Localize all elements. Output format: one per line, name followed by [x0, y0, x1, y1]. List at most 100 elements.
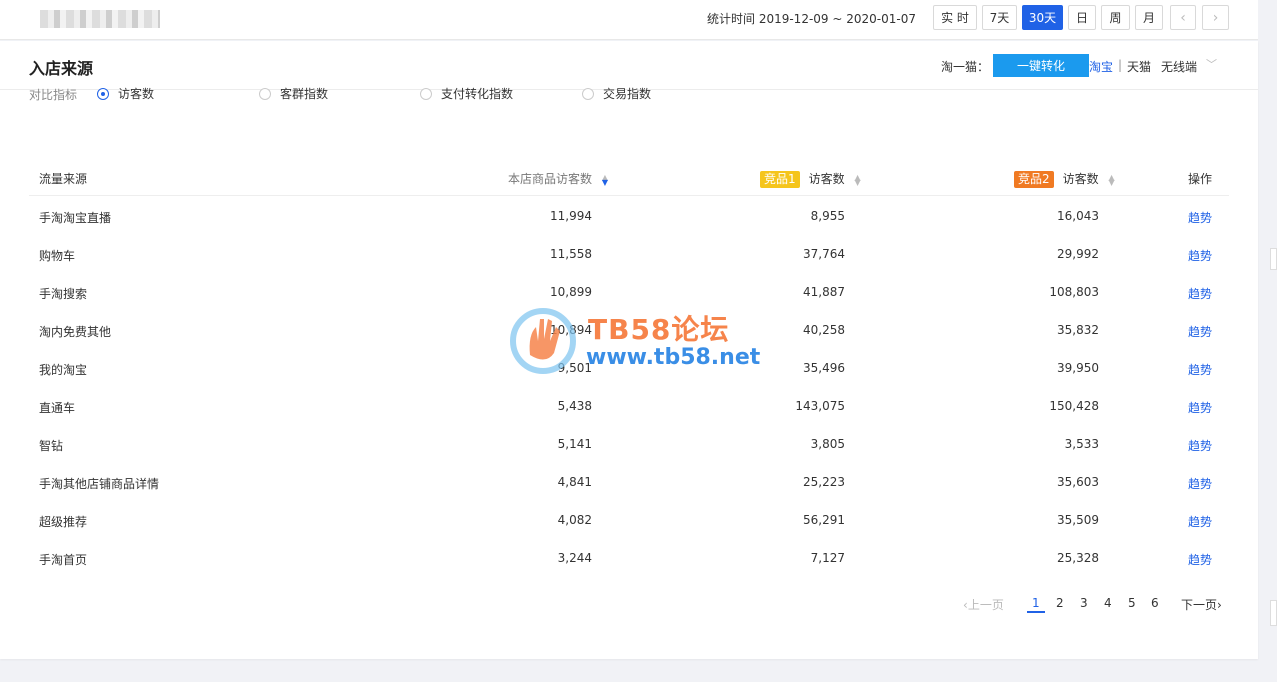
trend-link[interactable]: 趋势	[1188, 209, 1212, 226]
pagination-prev[interactable]: ‹上一页	[963, 596, 1004, 613]
trend-link[interactable]: 趋势	[1188, 399, 1212, 416]
cell-mine-visitors: 5,141	[557, 437, 592, 451]
radio-customer-index[interactable]: 客群指数	[259, 85, 328, 102]
cell-source: 手淘其他店铺商品详情	[39, 477, 160, 491]
trend-link[interactable]: 趋势	[1188, 551, 1212, 568]
table-row: 手淘淘宝直播 11,994 8,955 16,043 趋势	[29, 197, 1229, 235]
top-bar: 统计时间 2019-12-09 ~ 2020-01-07 实 时 7天 30天 …	[0, 0, 1258, 40]
radio-dot-icon	[582, 87, 594, 100]
shop-logo-blurred	[40, 10, 160, 28]
page-2[interactable]: 2	[1056, 596, 1064, 610]
cell-mine-visitors: 4,082	[557, 513, 592, 527]
radio-visitors[interactable]: 访客数	[97, 85, 154, 102]
page-3[interactable]: 3	[1080, 596, 1088, 610]
page-1[interactable]: 1	[1027, 596, 1045, 613]
cell-product2-visitors: 150,428	[1049, 399, 1099, 413]
cell-mine-visitors: 10,899	[550, 285, 592, 299]
cell-product2-visitors: 108,803	[1049, 285, 1099, 299]
cell-product2-visitors: 3,533	[1064, 437, 1099, 451]
range-month-button[interactable]: 月	[1135, 5, 1163, 30]
cell-product1-visitors: 7,127	[810, 551, 845, 565]
chevron-right-icon: ›	[1212, 9, 1219, 26]
product1-tag: 竞品1	[760, 171, 800, 188]
cell-product1-visitors: 35,496	[803, 361, 845, 375]
sort-icon[interactable]: ▲ ▼	[1108, 173, 1114, 186]
cell-product1-visitors: 41,887	[803, 285, 845, 299]
trend-link[interactable]: 趋势	[1188, 361, 1212, 378]
range-day-button[interactable]: 日	[1068, 5, 1096, 30]
next-period-button[interactable]: ›	[1202, 5, 1229, 30]
trend-link[interactable]: 趋势	[1188, 285, 1212, 302]
cell-product1-visitors: 143,075	[795, 399, 845, 413]
compare-metric-label: 对比指标	[29, 88, 78, 102]
col-product2-header[interactable]: 竞品2 访客数 ▲ ▼	[1014, 170, 1115, 188]
cell-source: 超级推荐	[39, 515, 88, 529]
range-week-button[interactable]: 周	[1101, 5, 1130, 30]
trend-link[interactable]: 趋势	[1188, 323, 1212, 340]
range-30d-button[interactable]: 30天	[1022, 5, 1063, 30]
col-product1-header[interactable]: 竞品1 访客数 ▲ ▼	[760, 170, 861, 188]
pagination-next[interactable]: 下一页›	[1181, 596, 1222, 613]
cell-product2-visitors: 35,832	[1057, 323, 1099, 337]
cell-mine-visitors: 11,994	[550, 209, 592, 223]
side-scroll-handle[interactable]	[1270, 600, 1277, 626]
col-mine-header[interactable]: 本店商品访客数 ▲ ▼	[508, 170, 608, 187]
cell-mine-visitors: 11,558	[550, 247, 592, 261]
platform-tmall[interactable]: 天猫	[1127, 58, 1151, 75]
cell-product1-visitors: 40,258	[803, 323, 845, 337]
taoyimao-label: 淘一猫：	[941, 60, 990, 74]
platform-taobao[interactable]: 淘宝	[1089, 58, 1113, 75]
table-row: 购物车 11,558 37,764 29,992 趋势	[29, 235, 1229, 273]
sort-desc-icon[interactable]: ▲ ▼	[602, 173, 608, 186]
radio-label: 支付转化指数	[441, 87, 514, 101]
chevron-down-icon[interactable]: ﹀	[1206, 56, 1217, 72]
cell-product1-visitors: 25,223	[803, 475, 845, 489]
sort-icon[interactable]: ▲ ▼	[854, 173, 860, 186]
trend-link[interactable]: 趋势	[1188, 437, 1212, 454]
cell-product2-visitors: 35,509	[1057, 513, 1099, 527]
chevron-left-icon: ‹	[1180, 9, 1186, 26]
radio-dot-icon	[259, 87, 271, 100]
radio-label: 访客数	[118, 87, 155, 101]
range-7d-button[interactable]: 7天	[982, 5, 1017, 30]
cell-product2-visitors: 29,992	[1057, 247, 1099, 261]
col-source-header: 流量来源	[39, 172, 88, 186]
side-scroll-handle[interactable]	[1270, 248, 1277, 270]
platform-separator: |	[1118, 58, 1123, 72]
trend-link[interactable]: 趋势	[1188, 475, 1212, 492]
col-p1-label: 访客数	[808, 172, 845, 186]
table-row: 手淘首页 3,244 7,127 25,328 趋势	[29, 539, 1229, 577]
one-click-convert-button[interactable]: 一键转化	[993, 54, 1089, 77]
panel-title: 入店来源	[29, 59, 94, 78]
cell-product2-visitors: 25,328	[1057, 551, 1099, 565]
table-row: 手淘搜索 10,899 41,887 108,803 趋势	[29, 273, 1229, 311]
table-row: 手淘其他店铺商品详情 4,841 25,223 35,603 趋势	[29, 463, 1229, 501]
table-row: 直通车 5,438 143,075 150,428 趋势	[29, 387, 1229, 425]
col-p2-label: 访客数	[1062, 172, 1099, 186]
stat-time: 统计时间 2019-12-09 ~ 2020-01-07	[707, 12, 916, 26]
page-6[interactable]: 6	[1151, 596, 1159, 610]
page-5[interactable]: 5	[1128, 596, 1136, 610]
platform-wireless-dropdown[interactable]: 无线端	[1161, 58, 1197, 75]
radio-label: 交易指数	[603, 87, 652, 101]
prev-period-button[interactable]: ‹	[1170, 5, 1196, 30]
range-realtime-button[interactable]: 实 时	[933, 5, 977, 30]
product2-tag: 竞品2	[1014, 171, 1054, 188]
watermark-url: www.tb58.net	[586, 345, 761, 370]
trend-link[interactable]: 趋势	[1188, 247, 1212, 264]
table-row: 超级推荐 4,082 56,291 35,509 趋势	[29, 501, 1229, 539]
cell-source: 手淘首页	[39, 553, 88, 567]
trend-link[interactable]: 趋势	[1188, 513, 1212, 530]
cell-mine-visitors: 4,841	[557, 475, 592, 489]
watermark-title: TB58论坛	[588, 313, 730, 346]
page-4[interactable]: 4	[1104, 596, 1112, 610]
radio-pay-conversion-index[interactable]: 支付转化指数	[420, 85, 513, 102]
cell-mine-visitors: 10,894	[550, 323, 592, 337]
cell-mine-visitors: 5,438	[557, 399, 592, 413]
cell-product2-visitors: 39,950	[1057, 361, 1099, 375]
cell-product1-visitors: 37,764	[803, 247, 845, 261]
cell-source: 淘内免费其他	[39, 325, 112, 339]
cell-product1-visitors: 56,291	[803, 513, 845, 527]
radio-trade-index[interactable]: 交易指数	[582, 85, 651, 102]
cell-source: 购物车	[39, 249, 76, 263]
